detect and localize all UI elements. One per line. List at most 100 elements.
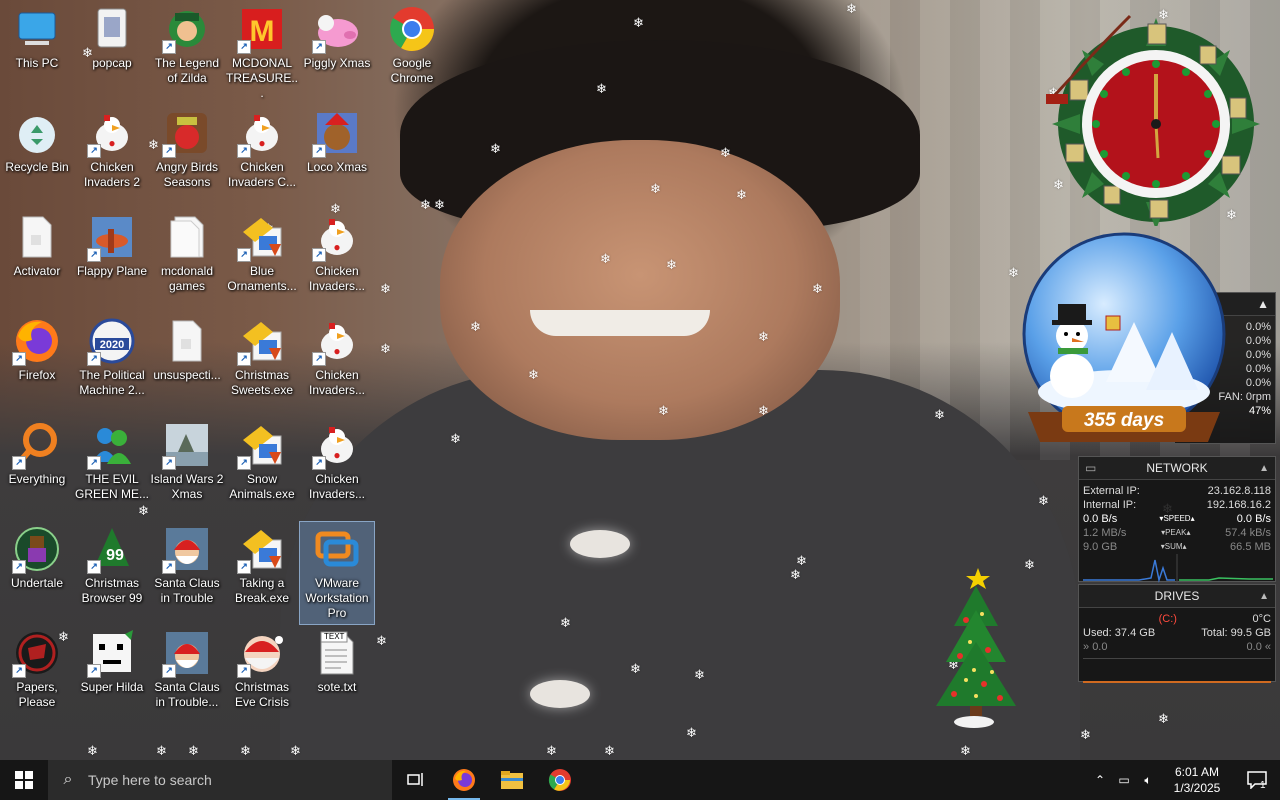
start-button[interactable] [0,760,48,800]
desktop-icon-santa-claus-in-trouble[interactable]: ↗ Santa Claus in Trouble... [150,626,224,728]
network-widget[interactable]: ▭ NETWORK ▲ External IP: 23.162.8.118 In… [1078,456,1276,584]
firefox-icon: ↗ [12,318,60,366]
desktop-icon-blue-ornaments[interactable]: ↗ Blue Ornaments... [225,210,299,312]
desktop-icon-snow-animals-exe[interactable]: ↗ Snow Animals.exe [225,418,299,520]
volume-muted-icon[interactable]: 🔈︎ [1136,773,1160,788]
taskbar-firefox[interactable] [440,760,488,800]
desktop-icon-label: Angry Birds Seasons [155,160,219,189]
shortcut-arrow-icon: ↗ [237,144,251,158]
collapse-icon[interactable]: ▲ [1259,463,1269,474]
plane-icon: ↗ [87,214,135,262]
mcdonalds-icon: M ↗ [237,6,285,54]
desktop-icon-activator[interactable]: Activator [0,210,74,312]
chevron-up-icon[interactable]: ⌃ [1088,773,1112,787]
taskbar-chrome[interactable] [536,760,584,800]
collapse-icon[interactable]: ▲ [1259,591,1269,602]
chicken-invaders-icon: ● ↗ [87,110,135,158]
shortcut-arrow-icon: ↗ [237,352,251,366]
snow-globe-widget[interactable]: 355 days [1022,232,1226,454]
shortcut-arrow-icon: ↗ [87,560,101,574]
desktop-icon-santa-claus-in-trouble[interactable]: ↗ Santa Claus in Trouble [150,522,224,624]
svg-text:●: ● [333,240,340,254]
svg-text:M: M [250,15,275,48]
snowflake-icon: ❄ [934,407,945,422]
system-tray: ⌃ ▭ 🔈︎ 6:01 AM 1/3/2025 1 [1088,760,1280,800]
desktop-icon-angry-birds-seasons[interactable]: ↗ Angry Birds Seasons [150,106,224,208]
task-view-button[interactable] [392,760,440,800]
shortcut-arrow-icon: ↗ [237,456,251,470]
sum-row: 9.0 GB ▾SUM▴ 66.5 MB [1079,540,1275,554]
desktop-icon-label: Island Wars 2 Xmas [150,472,224,501]
desktop-icon-unsuspecti[interactable]: unsuspecti... [150,314,224,416]
wallpaper-button [530,680,590,708]
drive-graph [1083,658,1271,683]
desktop-icon-vmware-workstation-pro[interactable]: VMware Workstation Pro [299,521,375,625]
desktop-icon-recycle-bin[interactable]: Recycle Bin [0,106,74,208]
desktop-icon-label: Christmas Browser 99 [81,576,143,605]
folder-file-icon [164,214,210,260]
desktop-icon-label: Flappy Plane [76,264,148,278]
shortcut-arrow-icon: ↗ [312,40,326,54]
desktop-icon-mcdonald-games[interactable]: mcdonald games [150,210,224,312]
chicken-invaders-icon: ● ↗ [312,318,360,366]
desktop-icon-sote-txt[interactable]: TEXT sote.txt [300,626,374,728]
file-icon [164,318,210,364]
sum-label: ▾SUM▴ [1160,542,1187,551]
desktop-icon-chicken-invaders[interactable]: ● ↗ Chicken Invaders... [300,314,374,416]
desktop-icon-google-chrome[interactable]: Google Chrome [375,2,449,104]
peak-label: ▾PEAK▴ [1161,528,1191,537]
desktop-icon-chicken-invaders[interactable]: ● ↗ Chicken Invaders... [300,210,374,312]
snowflake-icon: ❄ [434,197,445,212]
desktop-icon-undertale[interactable]: ↗ Undertale [0,522,74,624]
desktop-icon-mcdonal-treasure[interactable]: M ↗ MCDONAL TREASURE... [225,2,299,104]
external-ip-row: External IP: 23.162.8.118 [1079,484,1275,498]
desktop-icon-flappy-plane[interactable]: ↗ Flappy Plane [75,210,149,312]
collapse-icon[interactable]: ▲ [1257,297,1269,311]
desktop-icon-christmas-eve-crisis[interactable]: ↗ Christmas Eve Crisis [225,626,299,728]
search-box[interactable]: ⌕ Type here to search [48,760,392,800]
desktop-icon-popcap[interactable]: popcap [75,2,149,104]
christmas-clock-widget[interactable] [1040,6,1272,230]
desktop-icon-island-wars-2-xmas[interactable]: ↗ Island Wars 2 Xmas [150,418,224,520]
desktop-icon-chicken-invaders-c[interactable]: ● ↗ Chicken Invaders C... [225,106,299,208]
christmas-tree-icon [936,568,1016,728]
desktop-icon-piggly-xmas[interactable]: ↗ Piggly Xmas [300,2,374,104]
desktop-icon-firefox[interactable]: ↗ Firefox [0,314,74,416]
clock[interactable]: 6:01 AM 1/3/2025 [1160,764,1234,796]
desktop-icon-loco-xmas[interactable]: ↗ Loco Xmas [300,106,374,208]
desktop-icon-this-pc[interactable]: This PC [0,2,74,104]
desktop-icon-everything[interactable]: ↗ Everything [0,418,74,520]
shortcut-arrow-icon: ↗ [162,456,176,470]
taskbar-file-explorer[interactable] [488,760,536,800]
desktop-icon-the-legend-of-zilda[interactable]: ↗ The Legend of Zilda [150,2,224,104]
fan-speed: FAN: 0rpm [1218,391,1271,403]
usage-percent: 47% [1248,405,1271,417]
desktop-icon-taking-a-break-exe[interactable]: ↗ Taking a Break.exe [225,522,299,624]
shortcut-arrow-icon: ↗ [87,352,101,366]
notification-center-button[interactable]: 1 [1234,760,1280,800]
desktop-icon-label: Recycle Bin [5,160,69,174]
desktop-icon-the-evil-green-me[interactable]: ↗ THE EVIL GREEN ME... [75,418,149,520]
desktop-icon-label: VMware Workstation Pro [305,576,369,620]
network-icon[interactable]: ▭ [1112,773,1136,787]
snowflake-icon: ❄ [290,743,301,758]
shortcut-arrow-icon: ↗ [87,248,101,262]
clock-date: 1/3/2025 [1173,781,1221,795]
shortcut-arrow-icon: ↗ [237,560,251,574]
drive-used: Used: 37.4 GB [1083,627,1156,639]
christmas-tree-widget[interactable] [926,566,1022,730]
desktop-icon-chicken-invaders-2[interactable]: ● ↗ Chicken Invaders 2 [75,106,149,208]
snowflake-icon: ❄ [546,743,557,758]
desktop-icon-super-hilda[interactable]: ↗ Super Hilda [75,626,149,728]
drives-widget[interactable]: DRIVES ▲ (C:) 0°C Used: 37.4 GB Total: 9… [1078,584,1276,683]
messenger-icon: ↗ [87,422,135,470]
desktop-icon-papers-please[interactable]: ↗ Papers, Please [0,626,74,728]
shortcut-arrow-icon: ↗ [237,664,251,678]
desktop-icon-label: Chicken Invaders... [308,472,366,501]
drives-title: DRIVES [1154,589,1200,603]
desktop-icon-christmas-sweets-exe[interactable]: ↗ Christmas Sweets.exe [225,314,299,416]
desktop-icon-the-political-machine-2[interactable]: 2020 ↗ The Political Machine 2... [75,314,149,416]
desktop-icon-chicken-invaders[interactable]: ● ↗ Chicken Invaders... [300,418,374,520]
internal-ip-row: Internal IP: 192.168.16.2 [1079,498,1275,512]
desktop-icon-christmas-browser-99[interactable]: 99 ↗ Christmas Browser 99 [75,522,149,624]
